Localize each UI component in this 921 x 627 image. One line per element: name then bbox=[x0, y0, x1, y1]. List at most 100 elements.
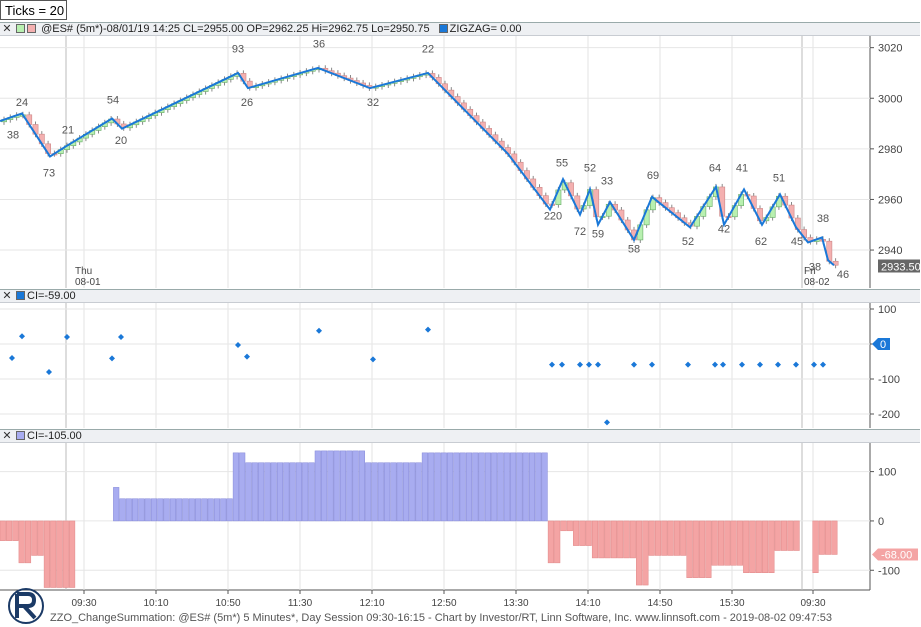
zigzag-label: 72 bbox=[574, 226, 586, 238]
zigzag-label: 38 bbox=[7, 130, 19, 142]
close-icon[interactable]: ✕ bbox=[2, 430, 12, 442]
zigzag-label: 52 bbox=[584, 163, 596, 175]
down-candle-icon bbox=[27, 24, 36, 33]
x-tick-label: 10:10 bbox=[143, 598, 168, 609]
ci-bar bbox=[226, 498, 233, 522]
zigzag-label: 24 bbox=[16, 97, 28, 109]
ci-bar bbox=[421, 452, 428, 522]
ci-bar bbox=[371, 462, 378, 522]
ci-bar bbox=[144, 498, 151, 522]
zigzag-label: 69 bbox=[647, 170, 659, 182]
ci-bar bbox=[434, 452, 441, 522]
ci-bar bbox=[270, 462, 277, 522]
zigzag-label: 26 bbox=[241, 97, 253, 109]
ticks-box[interactable]: Ticks = 20 bbox=[0, 0, 67, 20]
linn-logo-icon bbox=[8, 588, 44, 624]
ci-bar bbox=[289, 462, 296, 522]
price-header-text: @ES# (5m*)-08/01/19 14:25 CL=2955.00 OP=… bbox=[41, 23, 430, 35]
ci-bar bbox=[686, 520, 693, 578]
ci-bar bbox=[573, 520, 580, 546]
ci-bar bbox=[169, 498, 176, 522]
ci-bar bbox=[384, 462, 391, 522]
ci-bar bbox=[711, 520, 718, 566]
ci-bar bbox=[447, 452, 454, 522]
y-tick-label: 100 bbox=[878, 467, 896, 479]
up-candle-icon bbox=[16, 24, 25, 33]
ci-bar bbox=[522, 452, 529, 522]
ci-bar bbox=[453, 452, 460, 522]
ci-bar bbox=[560, 520, 567, 532]
ci-bar bbox=[598, 520, 605, 559]
ci-bar bbox=[339, 450, 347, 522]
zigzag-label: 52 bbox=[682, 236, 694, 248]
close-icon[interactable]: ✕ bbox=[2, 23, 12, 35]
ci-bar bbox=[232, 452, 239, 522]
ci-bar bbox=[736, 520, 743, 566]
ci-bar bbox=[465, 452, 473, 522]
ci-bar bbox=[717, 520, 725, 566]
zigzag-label: 64 bbox=[709, 163, 721, 175]
footer-text: ZZO_ChangeSummation: @ES# (5m*) 5 Minute… bbox=[50, 612, 832, 624]
zigzag-label: 32 bbox=[367, 97, 379, 109]
ci-bar bbox=[491, 452, 498, 522]
zigzag-label: 93 bbox=[232, 44, 244, 56]
date-label-date: 08-01 bbox=[75, 277, 101, 288]
ci-bar bbox=[409, 462, 416, 522]
ci-bar bbox=[585, 520, 592, 546]
zigzag-label: 73 bbox=[43, 168, 55, 180]
ci-bar bbox=[377, 462, 384, 522]
ci-bar bbox=[591, 520, 599, 559]
ci-bar bbox=[503, 452, 510, 522]
zigzag-label: 220 bbox=[544, 211, 562, 223]
ci-bar bbox=[818, 520, 825, 555]
date-label-date: 08-02 bbox=[804, 277, 830, 288]
ci-bar bbox=[478, 452, 485, 522]
x-tick-label: 11:30 bbox=[288, 598, 313, 609]
ci-bar bbox=[113, 487, 120, 522]
x-tick-label: 14:50 bbox=[647, 598, 672, 609]
y-tick-label: -100 bbox=[878, 565, 900, 577]
ci-bar bbox=[402, 462, 410, 522]
ci-bar bbox=[768, 520, 775, 573]
ci-bar bbox=[125, 498, 132, 522]
ci-bar bbox=[661, 520, 668, 556]
zigzag-label: 41 bbox=[736, 163, 748, 175]
ci-bar bbox=[258, 462, 265, 522]
zigzag-label: 51 bbox=[773, 173, 785, 185]
ci-bar bbox=[528, 452, 536, 522]
ci-bar bbox=[793, 520, 800, 551]
ci-pane-header-2: ✕ CI=-105.00 bbox=[0, 429, 920, 443]
ci-bar bbox=[705, 520, 712, 578]
x-tick-label: 15:30 bbox=[719, 598, 744, 609]
last-value-label: 0 bbox=[880, 339, 886, 351]
y-tick-label: -100 bbox=[878, 374, 900, 386]
ci-bar bbox=[636, 520, 643, 586]
zigzag-label: 46 bbox=[837, 269, 849, 281]
ci-bar bbox=[18, 520, 25, 564]
ci-bar bbox=[365, 462, 372, 522]
ci-bar bbox=[484, 452, 491, 522]
ci-bar bbox=[780, 520, 788, 551]
x-tick-label: 09:30 bbox=[800, 598, 825, 609]
ci-bar bbox=[680, 520, 687, 556]
ci-bar bbox=[654, 520, 662, 556]
ci-bar bbox=[195, 498, 202, 522]
ci-bar bbox=[497, 452, 504, 522]
ci-bar-legend-icon bbox=[16, 431, 25, 440]
ci-bar bbox=[787, 520, 794, 551]
date-label-day: Fri bbox=[804, 266, 816, 277]
ci-bar bbox=[774, 520, 781, 551]
ci-bar bbox=[629, 520, 636, 559]
ci-bar bbox=[157, 498, 164, 522]
close-icon[interactable]: ✕ bbox=[2, 290, 12, 302]
ci-bar bbox=[213, 498, 221, 522]
chart-canvas: 2940 2960 2980 3000 3020 24 38 73 21 54 20 93 26 36 32… bbox=[0, 35, 921, 609]
ci-bar bbox=[37, 520, 44, 556]
ci-bar bbox=[62, 520, 69, 588]
ci-bar bbox=[358, 450, 365, 522]
ci-bar bbox=[825, 520, 832, 555]
ci-bar bbox=[150, 498, 158, 522]
ci-bar bbox=[188, 498, 195, 522]
y-tick-label: 3000 bbox=[878, 93, 902, 105]
ci-bar bbox=[43, 520, 50, 588]
